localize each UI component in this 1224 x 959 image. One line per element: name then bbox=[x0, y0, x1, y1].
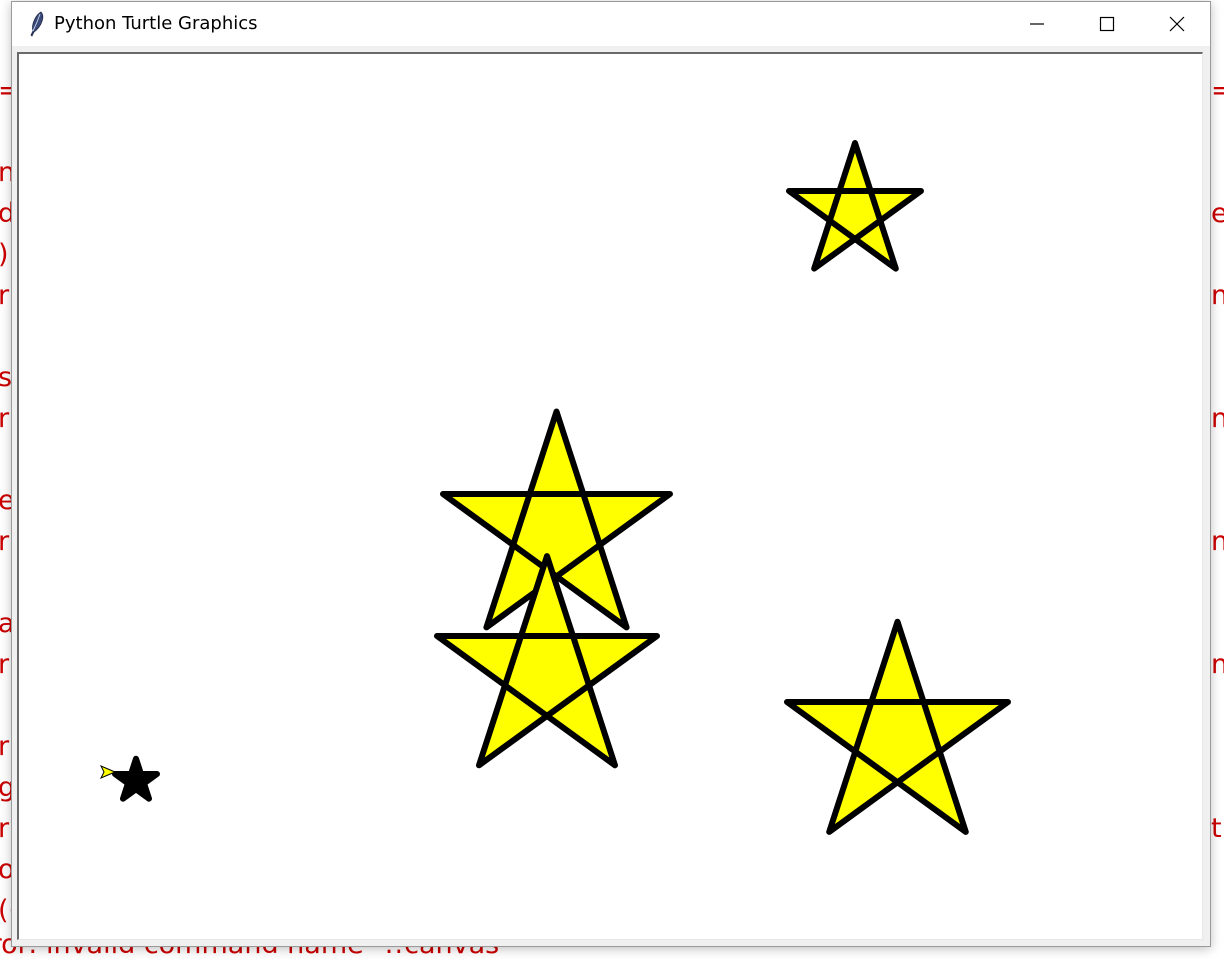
console-fragment: n bbox=[1211, 526, 1224, 557]
console-fragment: r bbox=[0, 731, 10, 762]
title-bar[interactable]: Python Turtle Graphics bbox=[12, 2, 1210, 46]
console-fragment: r bbox=[0, 280, 10, 311]
small-black-star bbox=[112, 755, 160, 802]
console-fragment: n bbox=[1211, 280, 1224, 311]
console-fragment: ) bbox=[0, 234, 9, 275]
console-fragment: n bbox=[1211, 403, 1224, 434]
console-fragment: r bbox=[0, 526, 10, 557]
yellow-star bbox=[786, 140, 924, 272]
minimize-icon bbox=[1030, 23, 1044, 25]
window-title: Python Turtle Graphics bbox=[54, 13, 258, 34]
yellow-star bbox=[784, 618, 1011, 835]
close-button[interactable] bbox=[1142, 2, 1212, 46]
feather-icon bbox=[30, 11, 44, 37]
console-fragment: r bbox=[0, 403, 10, 434]
close-icon bbox=[1169, 16, 1185, 32]
turtle-canvas[interactable] bbox=[19, 54, 1203, 940]
console-fragment: r bbox=[0, 813, 10, 844]
console-fragment: = bbox=[1211, 75, 1224, 106]
turtle-cursor-icon bbox=[99, 765, 117, 779]
maximize-icon bbox=[1099, 16, 1115, 32]
turtle-canvas-frame bbox=[17, 52, 1203, 940]
maximize-button[interactable] bbox=[1072, 2, 1142, 46]
minimize-button[interactable] bbox=[1002, 2, 1072, 46]
console-fragment: n bbox=[1211, 649, 1224, 680]
console-fragment: r bbox=[0, 649, 10, 680]
console-fragment: e bbox=[1211, 198, 1224, 229]
yellow-star bbox=[434, 553, 660, 769]
turtle-window: Python Turtle Graphics bbox=[11, 1, 1211, 947]
console-fragment: t bbox=[1211, 813, 1222, 844]
